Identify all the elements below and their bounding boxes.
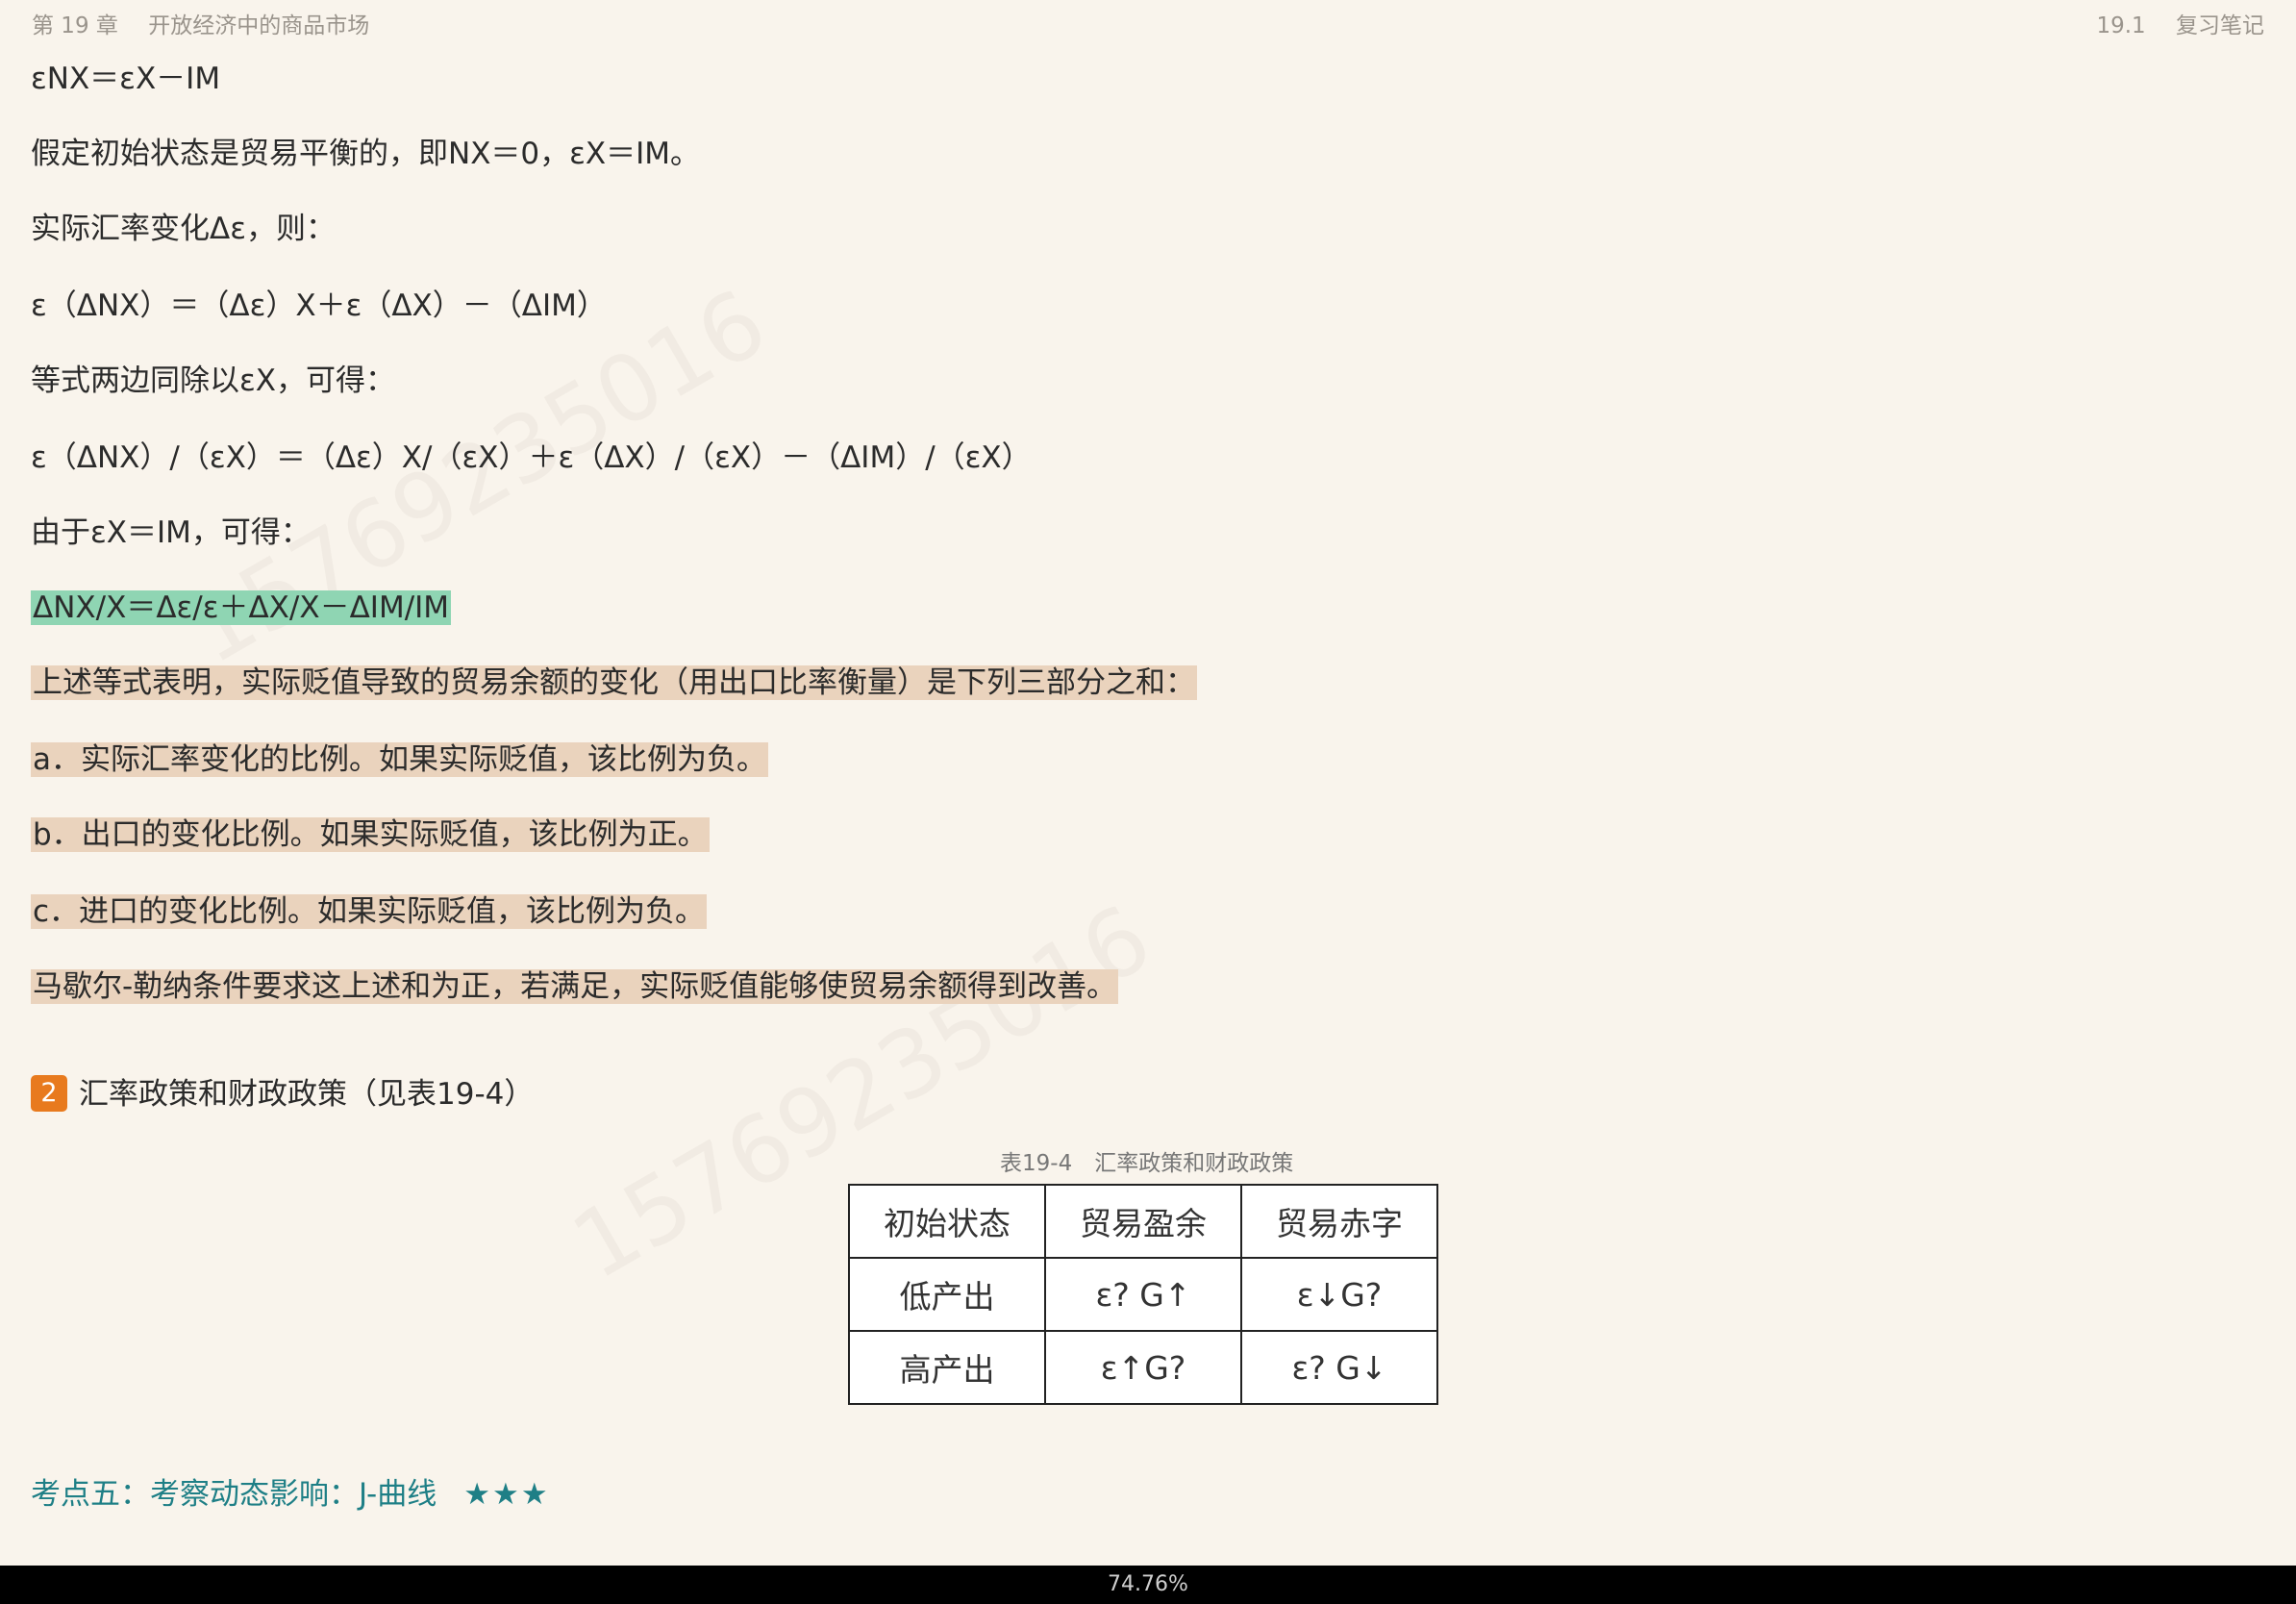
section-heading-2: 2 汇率政策和财政政策（见表19-4） [31,1075,534,1114]
section-number: 19.1 [2096,13,2146,38]
section-number-badge: 2 [31,1075,67,1112]
highlight-green[interactable]: ΔNX/X＝Δε/ε＋ΔX/X－ΔIM/IM [31,590,452,625]
table-header-row: 初始状态 贸易盈余 贸易赤字 [848,1184,1438,1259]
highlight-tan[interactable]: 马歇尔-勒纳条件要求这上述和为正，若满足，实际贬值能够使贸易余额得到改善。 [31,969,1119,1004]
table-cell: ε? G↓ [1240,1330,1438,1405]
formula-highlighted[interactable]: ΔNX/X＝Δε/ε＋ΔX/X－ΔIM/IM [31,589,452,627]
chapter-number: 第 19 章 [32,13,118,38]
policy-table: 初始状态 贸易盈余 贸易赤字 低产出 ε? G↑ ε↓G? 高产出 ε↑G? ε… [848,1184,1438,1405]
paragraph-marshall-lerner[interactable]: 马歇尔-勒纳条件要求这上述和为正，若满足，实际贬值能够使贸易余额得到改善。 [31,967,1119,1006]
star-rating-icon: ★★★ [463,1477,550,1512]
list-item-c[interactable]: c．进口的变化比例。如果实际贬值，该比例为负。 [31,892,708,931]
table-cell: ε↑G? [1044,1330,1242,1405]
formula-enx: εNX＝εX－IM [31,62,221,96]
reading-progress-bar: 74.76% [0,1566,2296,1604]
table-cell: 高产出 [848,1330,1046,1405]
exam-point-heading: 考点五：考察动态影响：J-曲线 ★★★ [31,1473,550,1516]
chapter-title: 开放经济中的商品市场 [148,13,370,38]
highlight-tan[interactable]: a．实际汇率变化的比例。如果实际贬值，该比例为负。 [31,742,768,777]
highlight-tan[interactable]: 上述等式表明，实际贬值导致的贸易余额的变化（用出口比率衡量）是下列三部分之和： [31,665,1197,700]
table-cell: ε? G↑ [1044,1257,1242,1332]
paragraph-exchange-change: 实际汇率变化Δε，则： [31,212,336,246]
table-header-cell: 贸易赤字 [1240,1184,1438,1259]
list-item-b[interactable]: b．出口的变化比例。如果实际贬值，该比例为正。 [31,815,710,854]
table-header-cell: 贸易盈余 [1044,1184,1242,1259]
paragraph-initial-state: 假定初始状态是贸易平衡的，即NX＝0，εX＝IM。 [31,137,701,171]
reader-header: 第 19 章 开放经济中的商品市场 19.1 复习笔记 [0,0,2296,38]
paragraph-divide: 等式两边同除以εX，可得： [31,363,395,398]
table-cell: ε↓G? [1240,1257,1438,1332]
table-header-cell: 初始状态 [848,1184,1046,1259]
highlight-tan[interactable]: c．进口的变化比例。如果实际贬值，该比例为负。 [31,894,708,929]
table-caption: 表19-4 汇率政策和财政政策 [1000,1151,1294,1176]
table-cell: 低产出 [848,1257,1046,1332]
list-item-a[interactable]: a．实际汇率变化的比例。如果实际贬值，该比例为负。 [31,740,768,779]
chapter-info: 第 19 章 开放经济中的商品市场 [32,7,369,39]
formula-divided: ε（ΔNX）/（εX）＝（Δε）X/（εX）＋ε（ΔX）/（εX）－（ΔIM）/… [31,440,1032,475]
table-row: 高产出 ε↑G? ε? G↓ [848,1330,1438,1405]
section-info: 19.1 复习笔记 [2096,7,2264,39]
paragraph-since: 由于εX＝IM，可得： [31,515,311,550]
paragraph-summary[interactable]: 上述等式表明，实际贬值导致的贸易余额的变化（用出口比率衡量）是下列三部分之和： [31,664,1197,702]
reading-progress-percent: 74.76% [1108,1572,1188,1596]
formula-delta-nx: ε（ΔNX）＝（Δε）X＋ε（ΔX）－（ΔIM） [31,288,607,323]
section-title: 复习笔记 [2176,13,2264,38]
table-row: 低产出 ε? G↑ ε↓G? [848,1257,1438,1332]
exam-point-label: 考点五：考察动态影响：J-曲线 [31,1477,437,1512]
highlight-tan[interactable]: b．出口的变化比例。如果实际贬值，该比例为正。 [31,817,710,852]
section-heading-title: 汇率政策和财政政策（见表19-4） [79,1077,535,1112]
